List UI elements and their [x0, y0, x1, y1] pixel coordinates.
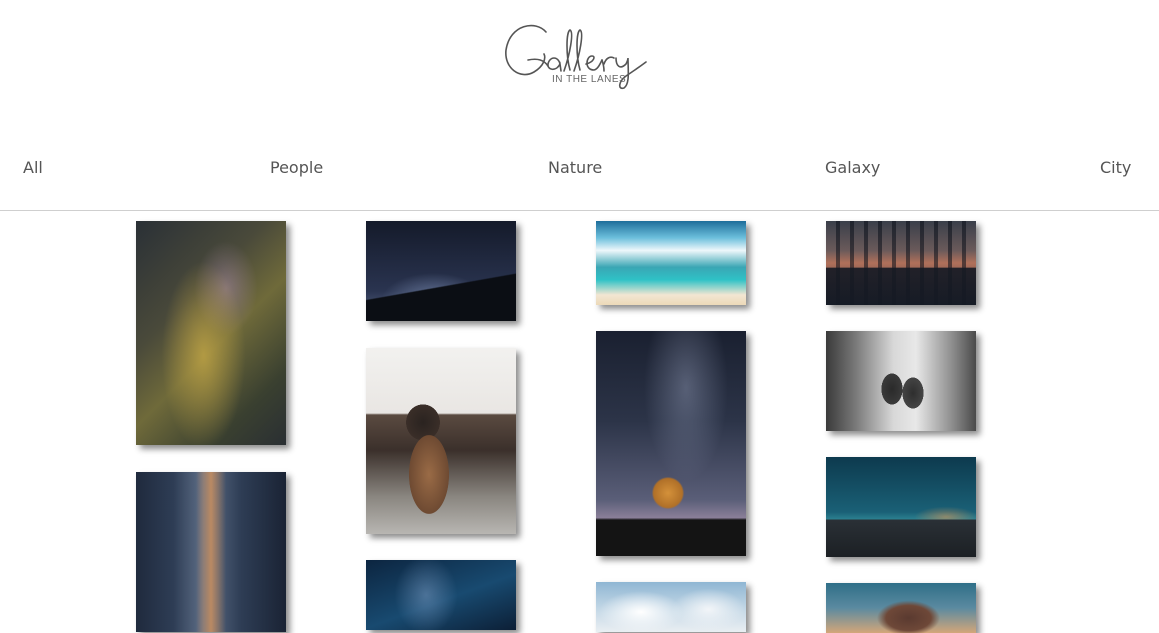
- photo-clouds-and-landscape[interactable]: [596, 582, 746, 632]
- photo-night-sky-over-mountains[interactable]: [826, 457, 976, 557]
- filter-people[interactable]: People: [270, 158, 323, 177]
- photo-city-skyline-dusk[interactable]: [826, 221, 976, 305]
- photo-hiker-with-backpack[interactable]: [366, 348, 516, 534]
- filter-nature[interactable]: Nature: [548, 158, 602, 177]
- filter-all[interactable]: All: [23, 158, 43, 177]
- photo-silhouette-under-stars[interactable]: [366, 221, 516, 321]
- photo-starry-night-sky[interactable]: [366, 560, 516, 630]
- photo-tropical-beach-sky[interactable]: [596, 221, 746, 305]
- logo-subtitle: IN THE LANES: [552, 74, 627, 85]
- photo-milky-way-galaxy[interactable]: [136, 221, 286, 445]
- filter-galaxy[interactable]: Galaxy: [825, 158, 880, 177]
- photo-lone-tree-under-milky-way[interactable]: [596, 331, 746, 556]
- nav-divider: [0, 210, 1159, 211]
- site-logo[interactable]: IN THE LANES: [498, 14, 658, 96]
- photo-city-street-skyscrapers[interactable]: [136, 472, 286, 632]
- photo-tree-at-sunset[interactable]: [826, 583, 976, 633]
- photo-children-walking-black-white[interactable]: [826, 331, 976, 431]
- filter-city[interactable]: City: [1100, 158, 1131, 177]
